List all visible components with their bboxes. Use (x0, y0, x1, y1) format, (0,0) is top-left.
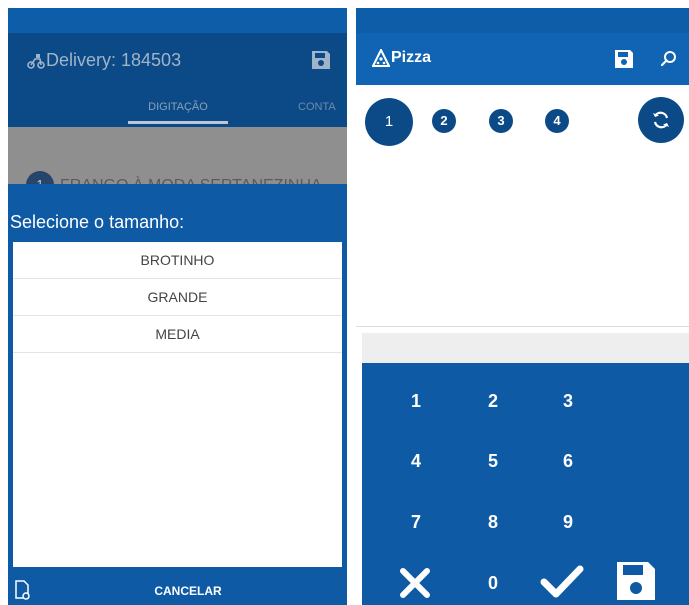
app-title: Pizza (391, 49, 432, 66)
key-3[interactable]: 3 (543, 381, 593, 421)
cancel-button[interactable]: CANCELAR (128, 584, 248, 598)
save-icon[interactable] (613, 48, 635, 70)
size-selection-dialog: Selecione o tamanho: BROTINHO GRANDE MED… (8, 184, 347, 605)
app-bar: Pizza (356, 33, 689, 85)
save-icon[interactable] (614, 559, 658, 603)
pizza-slice-icon (372, 49, 390, 67)
key-1[interactable]: 1 (391, 381, 441, 421)
size-options-list: BROTINHO GRANDE MEDIA (13, 242, 342, 567)
status-bar (356, 8, 689, 33)
quantity-display (362, 333, 689, 363)
tab-indicator (128, 121, 228, 124)
check-icon[interactable] (540, 565, 584, 599)
step-4-button[interactable]: 4 (545, 109, 569, 133)
refresh-button[interactable] (638, 97, 684, 143)
document-settings-icon[interactable] (14, 580, 30, 600)
close-icon[interactable] (398, 566, 432, 600)
app-bar: Delivery: 184503 (8, 33, 347, 89)
key-2[interactable]: 2 (468, 381, 518, 421)
numeric-keypad: 1 2 3 4 5 6 7 8 9 0 (362, 363, 689, 605)
tab-digitacao[interactable]: DIGITAÇÃO (128, 101, 228, 113)
key-8[interactable]: 8 (468, 502, 518, 542)
size-option-grande[interactable]: GRANDE (13, 279, 342, 316)
motorcycle-icon (27, 54, 45, 69)
refresh-icon (653, 111, 669, 129)
key-7[interactable]: 7 (391, 502, 441, 542)
step-2-button[interactable]: 2 (432, 109, 456, 133)
size-option-media[interactable]: MEDIA (13, 316, 342, 353)
right-phone-screen: Pizza 1 2 3 4 1 2 3 4 5 6 7 8 9 0 (356, 8, 689, 605)
key-4[interactable]: 4 (391, 441, 441, 481)
search-icon[interactable] (660, 50, 678, 68)
save-icon[interactable] (310, 49, 332, 71)
step-3-button[interactable]: 3 (489, 109, 513, 133)
key-9[interactable]: 9 (543, 502, 593, 542)
dialog-title: Selecione o tamanho: (10, 212, 185, 232)
status-bar (8, 8, 347, 33)
key-0[interactable]: 0 (468, 563, 518, 603)
size-option-brotinho[interactable]: BROTINHO (13, 242, 342, 279)
left-phone-screen: Delivery: 184503 DIGITAÇÃO CONTA 1 FRANG… (8, 8, 347, 605)
key-6[interactable]: 6 (543, 441, 593, 481)
divider (356, 326, 689, 327)
step-1-button[interactable]: 1 (365, 98, 413, 146)
key-5[interactable]: 5 (468, 441, 518, 481)
tab-bar: DIGITAÇÃO CONTA (8, 89, 347, 127)
tab-conta[interactable]: CONTA (298, 101, 336, 113)
app-title: Delivery: 184503 (46, 50, 182, 70)
